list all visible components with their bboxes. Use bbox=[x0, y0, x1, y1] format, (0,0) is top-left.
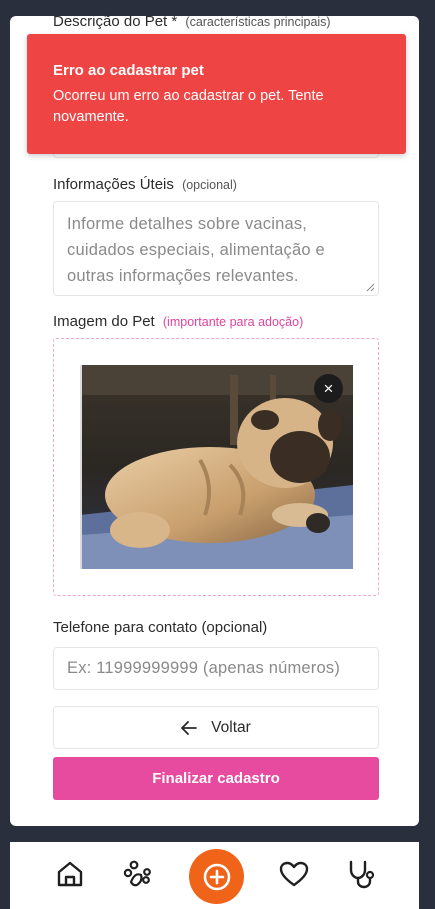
add-circle-icon bbox=[203, 863, 230, 890]
phone-label: Telefone para contato (opcional) bbox=[53, 619, 268, 636]
useful-info-placeholder: Informe detalhes sobre vacinas, cuidados… bbox=[67, 215, 325, 285]
heart-icon[interactable] bbox=[278, 858, 310, 890]
description-label: Descrição do Pet * (características prin… bbox=[53, 13, 331, 30]
pet-photo bbox=[80, 365, 353, 569]
useful-info-hint: (opcional) bbox=[182, 178, 237, 192]
back-button[interactable]: Voltar bbox=[53, 706, 379, 749]
toast-title: Erro ao cadastrar pet bbox=[53, 62, 204, 79]
add-pet-button[interactable] bbox=[189, 849, 244, 904]
remove-image-button[interactable]: × bbox=[314, 374, 343, 403]
back-label: Voltar bbox=[211, 718, 251, 736]
image-label: Imagem do Pet (importante para adoção) bbox=[53, 313, 304, 330]
home-icon[interactable] bbox=[54, 858, 86, 890]
useful-info-textarea[interactable]: Informe detalhes sobre vacinas, cuidados… bbox=[53, 201, 379, 296]
toast-message: Ocorreu um erro ao cadastrar o pet. Tent… bbox=[53, 88, 324, 125]
phone-input[interactable]: Ex: 11999999999 (apenas números) bbox=[53, 647, 379, 690]
phone-placeholder: Ex: 11999999999 (apenas números) bbox=[67, 659, 341, 677]
error-toast[interactable]: Erro ao cadastrar pet Ocorreu um erro ao… bbox=[27, 34, 406, 154]
stethoscope-icon[interactable] bbox=[345, 858, 377, 890]
photo-border bbox=[80, 365, 82, 569]
resize-grip-icon[interactable] bbox=[366, 283, 375, 292]
arrow-left-icon bbox=[181, 720, 198, 735]
image-hint: (importante para adoção) bbox=[162, 315, 304, 329]
useful-info-label: Informações Úteis (opcional) bbox=[53, 176, 237, 193]
description-hint: (características principais) bbox=[185, 15, 331, 29]
submit-button[interactable]: Finalizar cadastro bbox=[53, 757, 379, 800]
paw-icon[interactable] bbox=[121, 858, 153, 890]
